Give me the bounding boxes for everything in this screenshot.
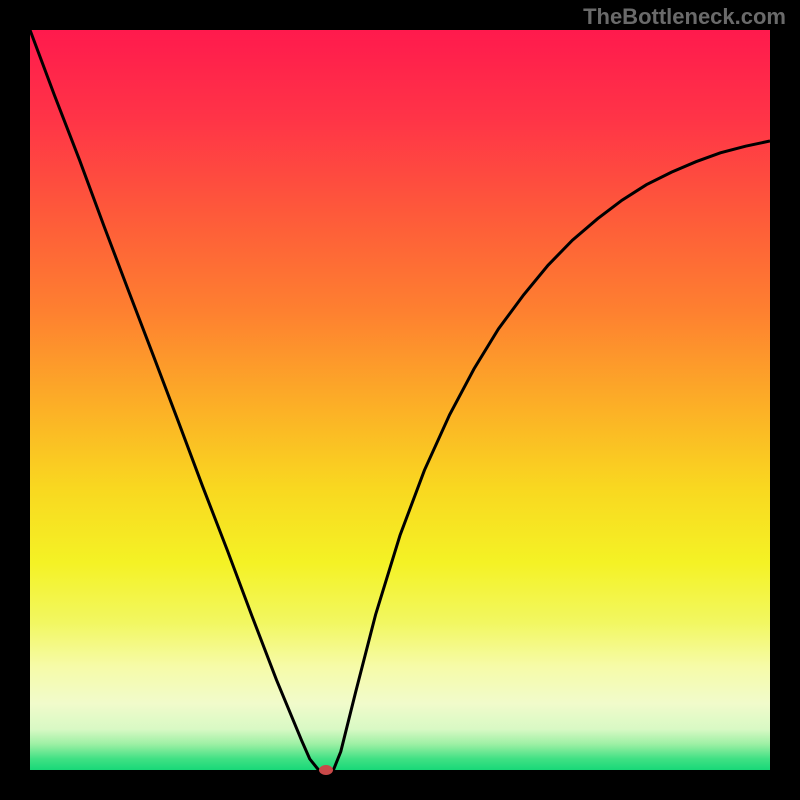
watermark-text: TheBottleneck.com bbox=[583, 4, 786, 30]
gradient-background bbox=[30, 30, 770, 770]
chart-container bbox=[30, 30, 770, 770]
bottleneck-chart bbox=[30, 30, 770, 770]
optimal-point-marker bbox=[319, 765, 333, 775]
